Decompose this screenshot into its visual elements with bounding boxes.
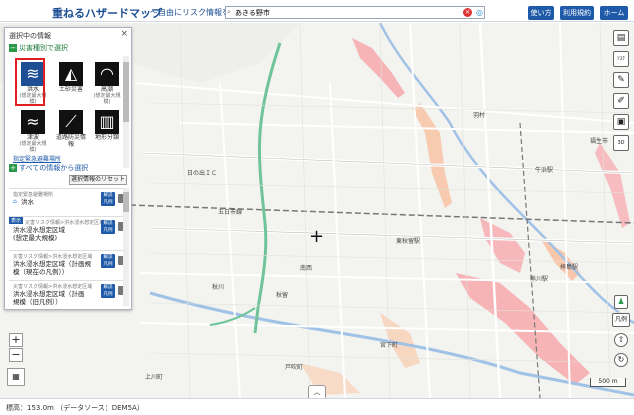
scrollbar[interactable] [123, 56, 129, 168]
status-bar: 標高：153.0m （データソース：DEM5A） [0, 398, 634, 415]
storm-surge-icon: ◠ [95, 62, 119, 86]
briefcase-icon[interactable]: ▣ [613, 114, 629, 130]
layer-name: (想定最大規模) [13, 234, 58, 242]
layer-name: 模（現在の凡例）） [13, 268, 69, 276]
terms-button[interactable]: 利用規約 [560, 6, 594, 20]
map-place-label: 秋留 [276, 292, 289, 299]
collapse-toggle-icon[interactable]: ︿ [308, 385, 326, 398]
layer-item[interactable]: 指定緊急避難場所 洪水 ⌂ 解説 凡例 [9, 188, 129, 216]
zoom-in-button[interactable]: + [9, 333, 23, 347]
scale-bar: 500 m [590, 378, 626, 387]
legend-badge-button[interactable]: 解説 凡例 [101, 254, 115, 268]
risk-option-3[interactable]: ≈ 津波 (想定最大規模) [17, 108, 49, 154]
scrollbar[interactable] [123, 188, 129, 306]
expand-square-icon: + [9, 164, 17, 172]
risk-option-label: 高潮 [100, 86, 113, 93]
section-all-info-label: すべての情報から選択 [19, 164, 89, 172]
app-header: 重ねるハザードマップ 〜自由にリスク情報を調べる〜 ⌕ × ◎ 使い方 利用規約… [0, 0, 634, 22]
risk-option-sublabel: (想定最大規模) [19, 141, 47, 153]
legend-badge-button[interactable]: 解説 凡例 [101, 220, 115, 234]
section-disaster-type[interactable]: − 災害種別で選択 [9, 43, 68, 53]
map-place-label: 牛浜駅 [535, 167, 554, 174]
shelter-icon: ⌂ [13, 198, 17, 205]
map-place-label: 宮下町 [380, 342, 399, 349]
zoom-out-button[interactable]: − [9, 348, 23, 362]
map-place-label: 上川町 [145, 374, 164, 381]
section-all-info[interactable]: + すべての情報から選択 [9, 163, 88, 173]
search-bar: ⌕ × ◎ [225, 6, 485, 19]
basemap-switch-icon[interactable]: ▦ [7, 368, 25, 386]
search-input[interactable] [235, 7, 465, 18]
map-place-label: 羽村 [473, 112, 486, 119]
rotate-icon[interactable]: ↻ [614, 353, 628, 367]
tsunami-icon: ≈ [21, 110, 45, 134]
layer-category: 災害リスク情報>洪水浸水想定区域 [13, 284, 93, 290]
legend-badge-button[interactable]: 解説 凡例 [101, 192, 115, 206]
layer-name: 洪水浸水想定区域（計画規 [13, 260, 91, 268]
3d-icon[interactable]: 3D [613, 135, 629, 151]
map-crosshair: + [309, 226, 325, 247]
map-place-label: 秋川 [212, 284, 225, 291]
risk-option-label: 道路防災情報 [55, 134, 86, 148]
map-place-label: 南西 [300, 265, 313, 272]
map-place-label: 福生市 [590, 138, 609, 145]
edit-icon[interactable]: ✎ [613, 72, 629, 88]
layers-icon[interactable]: ▤ [613, 30, 629, 46]
risk-option-label: 土砂災害 [58, 86, 83, 93]
risk-option-label: 津波 [26, 134, 39, 141]
map-place-label: 五日市線 [218, 209, 243, 216]
walk-icon[interactable]: ♟ [614, 295, 628, 309]
map-place-label: 拝島駅 [560, 264, 579, 271]
panel-title: 選択中の情報 [9, 32, 51, 40]
terrain-icon: ▥ [95, 110, 119, 134]
display-tag: 表示 [9, 217, 24, 224]
collapse-square-icon: − [9, 44, 17, 52]
landslide-icon: ◭ [59, 62, 83, 86]
layer-category: 災害リスク情報>洪水浸水想定区域 [13, 254, 93, 260]
layer-category: 災害リスク情報>洪水浸水想定区域 [25, 220, 105, 226]
hazard-link[interactable]: 指定緊急避難場所 [13, 154, 61, 163]
map-place-label: 戸吹町 [285, 364, 304, 371]
legend-badge-button[interactable]: 解説 凡例 [101, 284, 115, 298]
selected-highlight [15, 58, 45, 106]
risk-option-sublabel: (想定最大規模) [93, 93, 121, 105]
layer-category: 指定緊急避難場所 [13, 192, 54, 198]
layer-item[interactable]: 表示 災害リスク情報>洪水浸水想定区域 洪水浸水想定区域 (想定最大規模) 解説 凡例 [9, 216, 129, 250]
layer-name: 規模（旧凡例）） [13, 298, 62, 306]
locate-icon[interactable]: ◎ [475, 8, 484, 17]
layer-name: 洪水浸水想定区域 [13, 226, 65, 234]
app-logo[interactable]: 重ねるハザードマップ [52, 5, 162, 21]
close-icon[interactable]: × [120, 29, 128, 39]
help-button[interactable]: 使い方 [528, 6, 554, 20]
layer-name: 洪水浸水想定区域（計画 [13, 290, 85, 298]
elevation-text: 標高：153.0m （データソース：DEM5A） [6, 404, 144, 412]
risk-icon[interactable]: ﾘｽｸ [613, 51, 629, 67]
north-compass-icon[interactable]: ⇧ [614, 333, 628, 347]
layer-item[interactable]: 災害リスク情報>洪水浸水想定区域 洪水浸水想定区域（計画 規模（旧凡例）） 解説 凡例 [9, 280, 129, 310]
risk-option-4[interactable]: ⟋ 道路防災情報 [55, 108, 87, 154]
reset-button[interactable]: 選択情報のリセット [69, 175, 127, 185]
layer-name: 洪水 [21, 198, 34, 206]
risk-option-2[interactable]: ◠ 高潮 (想定最大規模) [91, 60, 123, 106]
legend-button[interactable]: 凡例 [612, 313, 630, 327]
home-button[interactable]: ホーム [600, 6, 628, 20]
risk-option-5[interactable]: ▥ 地形分類 [91, 108, 123, 154]
layer-item[interactable]: 災害リスク情報>洪水浸水想定区域 洪水浸水想定区域（計画規 模（現在の凡例）） 解説 … [9, 250, 129, 280]
road-icon: ⟋ [59, 110, 83, 134]
pen-icon[interactable]: ✐ [613, 93, 629, 109]
map-place-label: 日の出ＩＣ [187, 170, 218, 177]
section-disaster-type-label: 災害種別で選択 [19, 44, 68, 52]
search-icon: ⌕ [227, 8, 231, 16]
info-panel: 選択中の情報 × − 災害種別で選択 ≋ 洪水 (想定最大規模) ◭ 土砂災害 ◠ 高潮 (想定… [4, 27, 132, 310]
risk-option-1[interactable]: ◭ 土砂災害 [55, 60, 87, 106]
map-place-label: 熊川駅 [530, 276, 549, 283]
map-place-label: 東秋留駅 [396, 238, 421, 245]
clear-icon[interactable]: × [463, 8, 472, 17]
risk-option-label: 地形分類 [94, 134, 119, 141]
